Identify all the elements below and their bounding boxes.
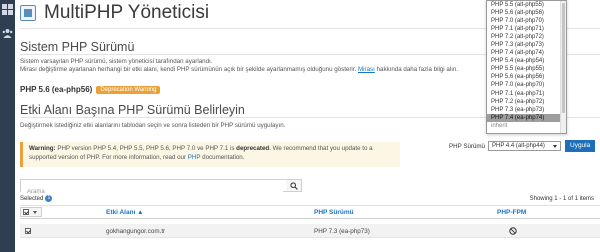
warning-text-3: documentation. [202,153,245,161]
php-version-dropdown-list: PHP 5.5 (alt-php55) PHP 5.6 (alt-php56) PH… [486,0,567,134]
dropdown-option[interactable]: PHP 7.4 (alt-php74) [487,49,566,57]
users-icon[interactable] [2,28,13,39]
selected-count-badge: 1 [45,195,53,202]
dropdown-scrollbar[interactable] [560,1,566,133]
dropdown-option[interactable]: PHP 5.6 (ea-php56) [487,73,566,81]
column-header-domain[interactable]: Etki Alanı ▲ [106,209,144,216]
left-icon-rail [0,0,15,252]
search-button[interactable] [286,179,302,192]
dropdown-option[interactable]: PHP 7.2 (alt-php72) [487,33,566,41]
php-version-label: PHP Sürümü [449,142,485,150]
pagination-summary: Showing 1 - 1 of 1 items [529,196,594,202]
deprecation-warning: Warning: PHP version PHP 5.4, PHP 5.5, P… [20,142,400,167]
warning-text-1: PHP version PHP 5.4, PHP 5.5, PHP 5.6, P… [57,145,235,152]
php-version-control: PHP Sürümü PHP 4.4 (alt-php44) Uygula [449,140,596,152]
system-desc-1: Sistem varsayılan PHP sürümü, sistem yön… [20,58,213,65]
page-header: MultiPHP Yöneticisi [20,2,209,24]
column-header-php-version[interactable]: PHP Sürümü [314,209,354,216]
table-header: Etki Alanı ▲ PHP Sürümü PHP-FPM [20,205,600,219]
grid-icon[interactable] [2,4,13,15]
domain-desc: Değiştirmek istediğiniz etki alanlarını … [20,122,286,129]
warning-bold: deprecated [236,145,270,152]
dropdown-option[interactable]: PHP 7.1 (alt-php71) [487,25,566,33]
table-row[interactable]: gokhangungor.com.tr PHP 7.3 (ea-php73) [20,224,600,238]
chevron-down-icon [33,210,37,214]
select-all-checkbox[interactable] [23,209,29,215]
system-desc-2: Mirası değiştirme ayarlanan herhangi bir… [20,66,458,74]
domain-php-title: Etki Alanı Başına PHP Sürümü Belirleyin [20,103,245,117]
dropdown-option[interactable]: PHP 7.0 (alt-php70) [487,17,566,25]
selected-label: Selected [20,195,44,202]
system-desc-2-tail: hakkında daha fazla bilgi alın. [376,66,459,73]
warning-label: Warning: [29,145,56,152]
dropdown-option[interactable]: PHP 7.1 (ea-php71) [487,90,566,98]
inherit-link[interactable]: Mirası [358,66,375,73]
php-version-select[interactable]: PHP 4.4 (alt-php44) [488,141,561,151]
dropdown-option[interactable]: PHP 7.0 (ea-php70) [487,81,566,89]
multiphp-logo-icon [20,5,36,21]
dropdown-option[interactable]: PHP 5.5 (alt-php55) [487,1,566,9]
dropdown-option[interactable]: PHP 7.4 (ea-php74) [487,113,566,122]
system-desc-2-text: Mirası değiştirme ayarlanan herhangi bir… [20,66,357,73]
select-all-dropdown[interactable] [20,207,42,217]
dropdown-option[interactable]: PHP 7.3 (alt-php73) [487,41,566,49]
warning-text: Warning: PHP version PHP 5.4, PHP 5.5, P… [29,145,394,162]
page-title: MultiPHP Yöneticisi [44,2,210,23]
dropdown-option[interactable]: inherit [487,122,566,130]
deprecation-badge: Deprecation Warning [96,85,161,94]
system-php-version: PHP 5.6 (ea-php56) [20,85,93,94]
dropdown-option[interactable]: PHP 7.3 (ea-php73) [487,106,566,114]
search-input[interactable] [21,186,283,198]
system-php-title: Sistem PHP Sürümü [20,40,135,54]
dropdown-option[interactable]: PHP 7.2 (ea-php72) [487,98,566,106]
row-php-version: PHP 7.3 (ea-php73) [314,228,370,235]
php-docs-link[interactable]: PHP [188,154,201,161]
apply-button[interactable]: Uygula [565,140,596,152]
dropdown-option[interactable]: PHP 5.6 (alt-php56) [487,9,566,17]
dropdown-option[interactable]: PHP 5.4 (ea-php54) [487,57,566,65]
current-php-version: PHP 5.6 (ea-php56) Deprecation Warning [20,85,161,94]
column-header-php-fpm[interactable]: PHP-FPM [497,209,526,216]
search-icon [290,182,298,190]
selected-indicator: Selected 1 [20,195,53,202]
dropdown-option[interactable]: PHP 5.5 (ea-php55) [487,65,566,73]
block-icon [509,227,517,235]
search-box [20,179,302,198]
row-domain: gokhangungor.com.tr [106,228,166,235]
row-checkbox[interactable] [25,228,31,234]
